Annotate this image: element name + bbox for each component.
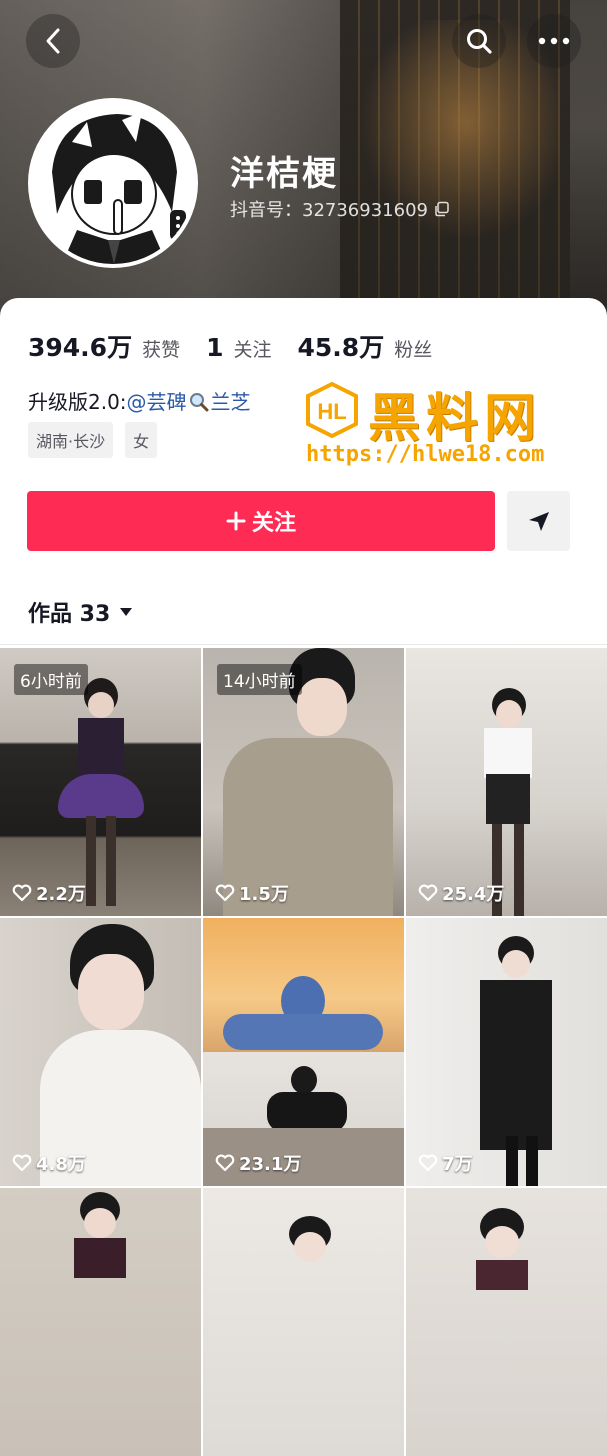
heart-icon bbox=[215, 1154, 235, 1172]
avatar[interactable] bbox=[28, 98, 198, 268]
video-likes-count: 25.4万 bbox=[442, 884, 505, 905]
video-likes: 4.8万 bbox=[12, 1150, 86, 1176]
video-tile[interactable] bbox=[0, 1188, 201, 1456]
video-thumbnail bbox=[466, 936, 566, 1186]
heart-icon bbox=[418, 1154, 438, 1172]
video-likes: 23.1万 bbox=[215, 1150, 301, 1176]
bio: 升级版2.0:@芸碑 兰芝 bbox=[28, 386, 251, 415]
video-tile[interactable]: 6小时前 2.2万 bbox=[0, 648, 201, 916]
tag-location: 湖南·长沙 bbox=[28, 422, 114, 458]
stat-likes-value: 394.6万 bbox=[28, 333, 133, 362]
video-timestamp: 14小时前 bbox=[217, 664, 302, 695]
copy-icon[interactable] bbox=[434, 201, 450, 217]
send-icon bbox=[528, 512, 549, 531]
back-button[interactable] bbox=[26, 14, 80, 68]
avatar-image bbox=[32, 102, 194, 264]
plus-icon bbox=[226, 511, 246, 531]
bio-mention-link[interactable]: @芸碑 bbox=[127, 390, 187, 414]
follow-button-label: 关注 bbox=[251, 511, 296, 536]
video-likes: 1.5万 bbox=[215, 880, 289, 906]
video-likes-count: 23.1万 bbox=[239, 1154, 302, 1175]
video-likes-count: 2.2万 bbox=[36, 884, 86, 905]
stat-followers-label: 粉丝 bbox=[394, 339, 433, 361]
video-tile[interactable]: 23.1万 bbox=[203, 918, 404, 1186]
more-dots-icon bbox=[538, 37, 570, 45]
svg-text:HL: HL bbox=[317, 399, 346, 424]
video-likes-count: 1.5万 bbox=[239, 884, 289, 905]
watermark-title: 黑料网 bbox=[368, 389, 543, 449]
stat-followers-value: 45.8万 bbox=[297, 333, 385, 362]
more-options-button[interactable] bbox=[527, 14, 581, 68]
stat-following-label: 关注 bbox=[233, 339, 272, 361]
video-timestamp: 6小时前 bbox=[14, 664, 88, 695]
video-tile[interactable]: 4.8万 bbox=[0, 918, 201, 1186]
douyin-id-text: 抖音号：32736931609 bbox=[230, 200, 428, 221]
video-tile[interactable]: 14小时前 1.5万 bbox=[203, 648, 404, 916]
tag-gender: 女 bbox=[125, 422, 158, 458]
username: 洋桔梗 bbox=[230, 154, 338, 194]
profile-stats: 394.6万 获赞 1 关注 45.8万 粉丝 bbox=[28, 328, 458, 364]
stat-following-value: 1 bbox=[206, 333, 224, 362]
stat-likes[interactable]: 394.6万 获赞 bbox=[28, 328, 180, 364]
video-thumbnail bbox=[70, 1192, 130, 1278]
bio-prefix: 升级版2.0: bbox=[28, 390, 127, 414]
video-thumbnail bbox=[285, 1216, 335, 1276]
video-likes: 25.4万 bbox=[418, 880, 504, 906]
works-tab[interactable]: 作品 33 bbox=[28, 596, 134, 628]
video-thumbnail bbox=[203, 918, 404, 1186]
video-tile[interactable] bbox=[203, 1188, 404, 1456]
stat-following[interactable]: 1 关注 bbox=[206, 333, 271, 362]
douyin-id[interactable]: 抖音号：32736931609 bbox=[230, 196, 450, 222]
search-magnifier-emoji-icon bbox=[189, 393, 209, 412]
bio-suffix[interactable]: 兰芝 bbox=[211, 390, 251, 414]
video-likes: 2.2万 bbox=[12, 880, 86, 906]
video-thumbnail bbox=[40, 918, 201, 1186]
share-button[interactable] bbox=[507, 491, 570, 551]
video-tile[interactable]: 25.4万 bbox=[406, 648, 607, 916]
chevron-left-icon bbox=[46, 28, 60, 54]
video-tile[interactable] bbox=[406, 1188, 607, 1456]
stat-likes-label: 获赞 bbox=[142, 339, 181, 361]
watermark: HL 黑料网 https://hlwe18.com bbox=[304, 376, 584, 476]
video-thumbnail bbox=[58, 678, 144, 908]
follow-button[interactable]: 关注 bbox=[27, 491, 495, 551]
heart-icon bbox=[215, 884, 235, 902]
watermark-logo-icon: HL bbox=[306, 382, 358, 438]
heart-icon bbox=[12, 1154, 32, 1172]
heart-icon bbox=[418, 884, 438, 902]
watermark-url: https://hlwe18.com bbox=[306, 442, 545, 467]
video-likes-count: 7万 bbox=[442, 1154, 473, 1175]
video-likes: 7万 bbox=[418, 1150, 473, 1176]
video-thumbnail bbox=[472, 1208, 532, 1290]
caret-down-icon bbox=[120, 608, 133, 616]
video-likes-count: 4.8万 bbox=[36, 1154, 86, 1175]
profile-header: 洋桔梗 抖音号：32736931609 bbox=[0, 0, 607, 320]
search-icon bbox=[467, 29, 492, 54]
works-tab-label: 作品 33 bbox=[28, 602, 111, 627]
search-button[interactable] bbox=[452, 14, 506, 68]
video-tile[interactable]: 7万 bbox=[406, 918, 607, 1186]
profile-tags: 湖南·长沙 女 bbox=[28, 422, 158, 458]
divider bbox=[0, 644, 607, 645]
heart-icon bbox=[12, 884, 32, 902]
stat-followers[interactable]: 45.8万 粉丝 bbox=[298, 328, 433, 364]
